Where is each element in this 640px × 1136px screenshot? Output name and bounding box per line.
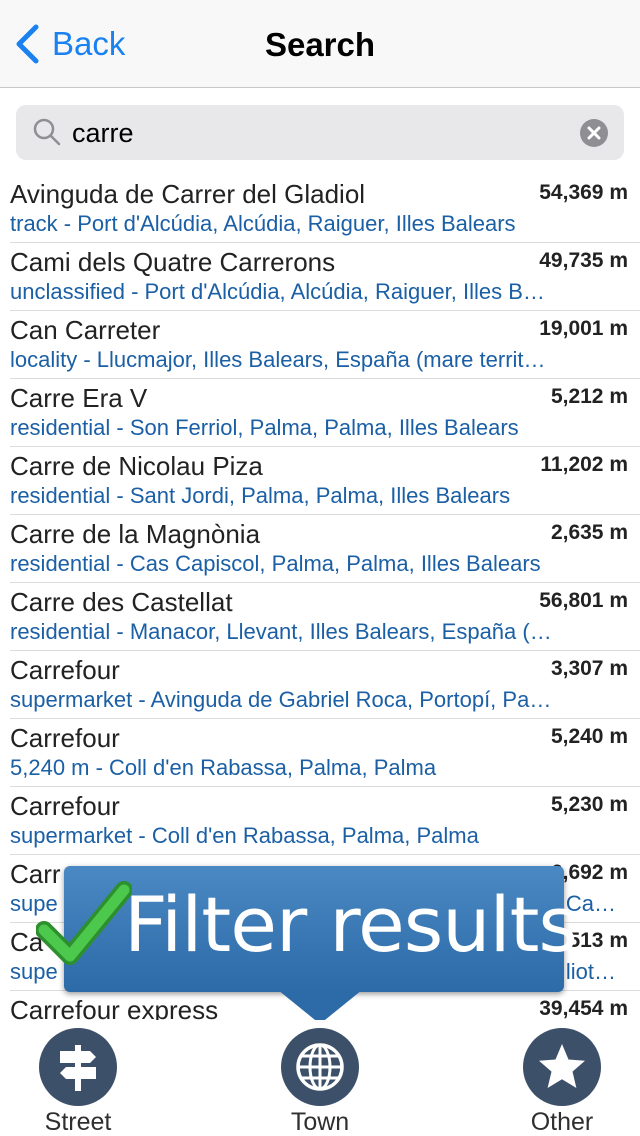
- result-detail: residential - Sant Jordi, Palma, Palma, …: [10, 483, 511, 508]
- result-distance: 5,230 m: [550, 793, 628, 816]
- clear-search-button[interactable]: [580, 119, 608, 147]
- result-detail: unclassified - Port d'Alcúdia, Alcúdia, …: [10, 279, 545, 304]
- street-label: Street: [44, 1108, 112, 1136]
- result-distance: 5,240 m: [550, 725, 628, 748]
- town-filter-button[interactable]: Town: [265, 1028, 375, 1136]
- search-icon: [33, 118, 61, 146]
- result-row[interactable]: Carrefour 5,230 m supermarket - Coll d'e…: [10, 787, 640, 855]
- result-distance: 54,369 m: [539, 181, 628, 204]
- result-row[interactable]: Carrefour 5,240 m 5,240 m - Coll d'en Ra…: [10, 719, 640, 787]
- filter-results-banner: Filter results: [64, 866, 578, 992]
- result-distance: 5,212 m: [550, 385, 628, 408]
- star-icon: [539, 1044, 585, 1088]
- result-row[interactable]: Carre des Castellat 56,801 m residential…: [10, 583, 640, 651]
- result-distance: 49,735 m: [539, 249, 628, 272]
- banner-pointer: [278, 990, 362, 1024]
- result-name: Can Carreter: [10, 315, 161, 345]
- result-name: Cami dels Quatre Carrerons: [10, 247, 336, 277]
- result-row[interactable]: Avinguda de Carrer del Gladiol 54,369 m …: [10, 175, 640, 243]
- result-distance: 39,454 m: [539, 997, 628, 1020]
- result-name: Carre de la Magnònia: [10, 519, 261, 549]
- street-circle: [39, 1028, 117, 1106]
- result-detail: 5,240 m - Coll d'en Rabassa, Palma, Palm…: [10, 755, 437, 780]
- search-bar: [0, 89, 640, 175]
- result-name: Avinguda de Carrer del Gladiol: [10, 179, 366, 209]
- result-row[interactable]: Carrefour 3,307 m supermarket - Avinguda…: [10, 651, 640, 719]
- result-row[interactable]: Carre Era V 5,212 m residential - Son Fe…: [10, 379, 640, 447]
- other-circle: [523, 1028, 601, 1106]
- other-label: Other: [530, 1108, 594, 1136]
- other-filter-button[interactable]: Other: [507, 1028, 617, 1136]
- clear-icon: [587, 126, 601, 140]
- result-detail: residential - Cas Capiscol, Palma, Palma…: [10, 551, 541, 576]
- result-name: Carre de Nicolau Piza: [10, 451, 263, 481]
- result-detail: supermarket - Avinguda de Gabriel Roca, …: [10, 687, 552, 712]
- result-distance: 11,202 m: [540, 453, 628, 476]
- result-name: Carrefour: [10, 723, 120, 753]
- result-row[interactable]: Carre de Nicolau Piza 11,202 m residenti…: [10, 447, 640, 515]
- result-name: Carre des Castellat: [10, 587, 233, 617]
- result-detail: residential - Son Ferriol, Palma, Palma,…: [10, 415, 519, 440]
- result-name: Carrefour: [10, 655, 120, 685]
- result-distance: 2,635 m: [550, 521, 628, 544]
- result-name: Carre Era V: [10, 383, 148, 413]
- result-distance: 56,801 m: [539, 589, 628, 612]
- banner-text: Filter results: [124, 880, 578, 969]
- town-circle: [281, 1028, 359, 1106]
- result-detail: supermarket - Coll d'en Rabassa, Palma, …: [10, 823, 479, 848]
- result-row[interactable]: Cami dels Quatre Carrerons 49,735 m uncl…: [10, 243, 640, 311]
- street-filter-button[interactable]: Street: [23, 1028, 133, 1136]
- result-distance: 3,307 m: [550, 657, 628, 680]
- result-name: Carrefour: [10, 791, 120, 821]
- result-row[interactable]: Can Carreter 19,001 m locality - Llucmaj…: [10, 311, 640, 379]
- search-field[interactable]: [16, 105, 624, 160]
- result-name: Carrefour express: [10, 995, 219, 1020]
- result-distance: 19,001 m: [539, 317, 628, 340]
- filter-toolbar: Street Town Other: [0, 1020, 640, 1136]
- navigation-bar: Back Search: [0, 0, 640, 88]
- result-detail: track - Port d'Alcúdia, Alcúdia, Raiguer…: [10, 211, 516, 236]
- result-distance: 513 m: [568, 929, 628, 952]
- globe-icon: [296, 1043, 344, 1091]
- page-title: Search: [264, 26, 376, 63]
- result-detail: locality - Llucmajor, Illes Balears, Esp…: [10, 347, 546, 372]
- result-row[interactable]: Carre de la Magnònia 2,635 m residential…: [10, 515, 640, 583]
- result-detail: residential - Manacor, Llevant, Illes Ba…: [10, 619, 552, 644]
- town-label: Town: [290, 1108, 350, 1136]
- search-input[interactable]: [72, 111, 572, 155]
- signpost-icon: [60, 1045, 96, 1091]
- checkmark-icon: [36, 881, 132, 965]
